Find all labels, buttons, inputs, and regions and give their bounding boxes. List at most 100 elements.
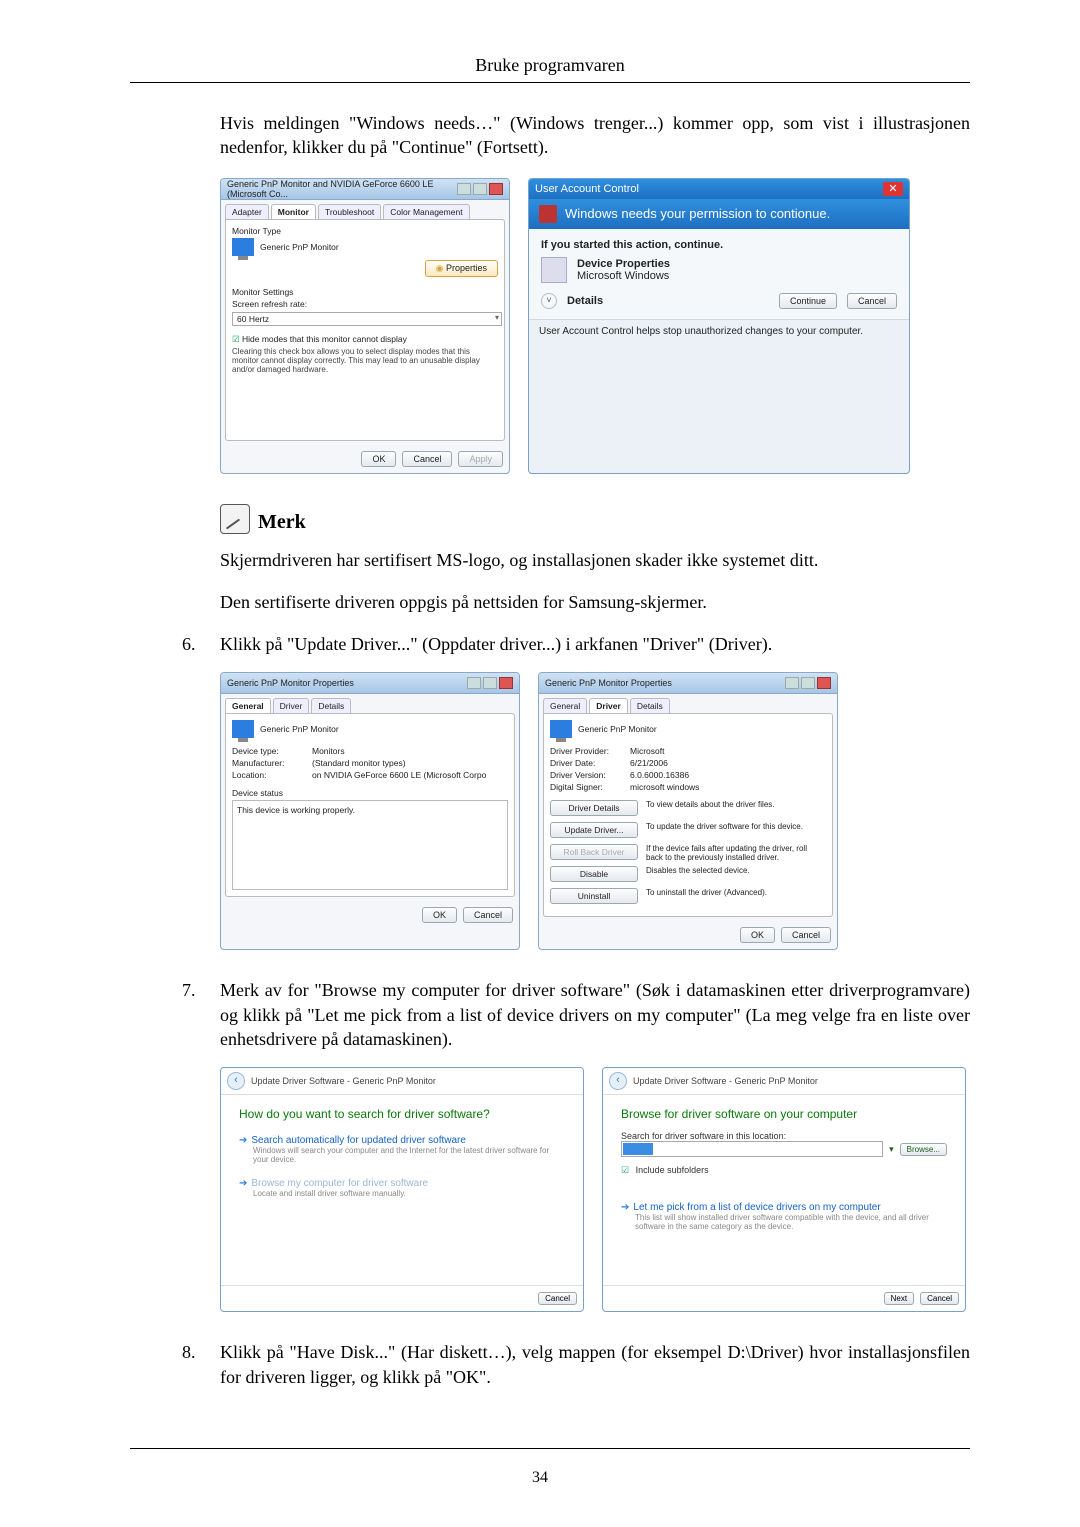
monitor-icon <box>232 720 254 738</box>
continue-button[interactable]: Continue <box>779 293 837 309</box>
dialog-titlebar: Generic PnP Monitor Properties <box>539 673 837 694</box>
header-rule <box>130 82 970 83</box>
intro-paragraph: Hvis meldingen "Windows needs…" (Windows… <box>220 111 970 160</box>
search-label: Search for driver software in this locat… <box>621 1131 947 1141</box>
window-buttons[interactable] <box>457 183 503 195</box>
step-8: 8. Klikk på "Have Disk..." (Har diskett…… <box>182 1340 970 1389</box>
app-icon <box>541 257 567 283</box>
browse-button[interactable]: Browse... <box>900 1143 947 1156</box>
option-browse-computer[interactable]: Browse my computer for driver software L… <box>239 1178 565 1198</box>
roll-back-driver-button[interactable]: Roll Back Driver <box>550 844 638 860</box>
note-heading: Merk <box>220 504 970 534</box>
details-label[interactable]: Details <box>567 295 769 307</box>
back-icon[interactable]: ‹ <box>227 1072 245 1090</box>
wizard-heading: How do you want to search for driver sof… <box>239 1107 565 1121</box>
tab-pane: Monitor Type Generic PnP Monitor ◉ Prope… <box>225 219 505 441</box>
page-number: 34 <box>0 1469 1080 1487</box>
monitor-properties-dialog: Generic PnP Monitor and NVIDIA GeForce 6… <box>220 178 510 474</box>
uac-titlebar: User Account Control ✕ <box>529 179 909 199</box>
tab-general[interactable]: General <box>225 698 271 713</box>
monitor-icon <box>550 720 572 738</box>
cancel-button[interactable]: Cancel <box>463 907 513 923</box>
update-driver-wizard-2: ‹ Update Driver Software - Generic PnP M… <box>602 1067 966 1312</box>
pnp-props-driver-dialog: Generic PnP Monitor Properties General D… <box>538 672 838 950</box>
ok-button[interactable]: OK <box>422 907 457 923</box>
driver-details-button[interactable]: Driver Details <box>550 800 638 816</box>
window-buttons[interactable] <box>785 677 831 689</box>
include-subfolders-checkbox[interactable]: Include subfolders <box>621 1165 947 1176</box>
figure-2: Generic PnP Monitor Properties General D… <box>220 672 970 950</box>
update-driver-wizard-1: ‹ Update Driver Software - Generic PnP M… <box>220 1067 584 1312</box>
step-6: 6. Klikk på "Update Driver..." (Oppdater… <box>182 632 970 656</box>
figure-1: Generic PnP Monitor and NVIDIA GeForce 6… <box>220 178 970 474</box>
note-text-1: Skjermdriveren har sertifisert MS-logo, … <box>220 548 970 572</box>
chevron-down-icon[interactable]: ˅ <box>541 293 557 309</box>
footer-rule <box>130 1448 970 1449</box>
properties-button[interactable]: ◉ Properties <box>425 260 498 277</box>
dialog-titlebar: Generic PnP Monitor and NVIDIA GeForce 6… <box>221 179 509 200</box>
back-icon[interactable]: ‹ <box>609 1072 627 1090</box>
update-driver-button[interactable]: Update Driver... <box>550 822 638 838</box>
hide-modes-checkbox[interactable]: ☑ Hide modes that this monitor cannot di… <box>232 334 498 345</box>
cancel-button[interactable]: Cancel <box>920 1292 959 1305</box>
tab-driver[interactable]: Driver <box>589 698 628 713</box>
option-search-auto[interactable]: Search automatically for updated driver … <box>239 1135 565 1164</box>
tab-general[interactable]: General <box>543 698 587 713</box>
page-header: Bruke programvaren <box>130 55 970 82</box>
disable-button[interactable]: Disable <box>550 866 638 882</box>
apply-button[interactable]: Apply <box>458 451 503 467</box>
device-status-box: This device is working properly. <box>232 800 508 890</box>
device-name: Generic PnP Monitor <box>260 724 339 734</box>
uac-title: User Account Control <box>535 183 639 195</box>
monitor-type-label: Monitor Type <box>232 226 498 236</box>
step-text: Merk av for "Browse my computer for driv… <box>220 978 970 1051</box>
step-number: 8. <box>182 1340 220 1364</box>
uac-publisher: Microsoft Windows <box>577 270 670 282</box>
dialog-title: Generic PnP Monitor Properties <box>227 678 354 688</box>
step-7: 7. Merk av for "Browse my computer for d… <box>182 978 970 1051</box>
figure-3: ‹ Update Driver Software - Generic PnP M… <box>220 1067 970 1312</box>
uac-app-name: Device Properties <box>577 258 670 270</box>
step-number: 7. <box>182 978 220 1002</box>
path-input[interactable] <box>621 1141 883 1157</box>
uac-dialog: User Account Control ✕ Windows needs you… <box>528 178 910 474</box>
tab-details[interactable]: Details <box>630 698 670 713</box>
dialog-title: Generic PnP Monitor and NVIDIA GeForce 6… <box>227 179 457 199</box>
close-icon[interactable]: ✕ <box>883 182 903 196</box>
next-button[interactable]: Next <box>884 1292 914 1305</box>
tab-color-management[interactable]: Color Management <box>383 204 469 219</box>
cancel-button[interactable]: Cancel <box>781 927 831 943</box>
hide-modes-help: Clearing this check box allows you to se… <box>232 347 498 374</box>
monitor-settings-label: Monitor Settings <box>232 287 498 297</box>
option-pick-from-list[interactable]: Let me pick from a list of device driver… <box>621 1202 947 1231</box>
uninstall-button[interactable]: Uninstall <box>550 888 638 904</box>
shield-icon <box>539 205 557 223</box>
cancel-button[interactable]: Cancel <box>402 451 452 467</box>
pnp-props-general-dialog: Generic PnP Monitor Properties General D… <box>220 672 520 950</box>
monitor-type-value: Generic PnP Monitor <box>260 242 339 252</box>
device-name: Generic PnP Monitor <box>578 724 657 734</box>
wizard-heading: Browse for driver software on your compu… <box>621 1107 947 1121</box>
tab-adapter[interactable]: Adapter <box>225 204 269 219</box>
wizard-title: Update Driver Software - Generic PnP Mon… <box>251 1076 436 1086</box>
refresh-rate-select[interactable]: 60 Hertz <box>232 312 502 326</box>
tab-monitor[interactable]: Monitor <box>271 204 316 219</box>
tab-driver[interactable]: Driver <box>273 698 310 713</box>
uac-app-info: Device Properties Microsoft Windows <box>541 257 897 283</box>
ok-button[interactable]: OK <box>740 927 775 943</box>
step-number: 6. <box>182 632 220 656</box>
cancel-button[interactable]: Cancel <box>538 1292 577 1305</box>
note-icon <box>220 504 250 534</box>
uac-started: If you started this action, continue. <box>541 239 897 251</box>
step-text: Klikk på "Update Driver..." (Oppdater dr… <box>220 632 970 656</box>
dialog-title: Generic PnP Monitor Properties <box>545 678 672 688</box>
tabs: Adapter Monitor Troubleshoot Color Manag… <box>221 200 509 219</box>
tab-details[interactable]: Details <box>311 698 351 713</box>
window-buttons[interactable] <box>467 677 513 689</box>
tab-troubleshoot[interactable]: Troubleshoot <box>318 204 381 219</box>
note-text-2: Den sertifiserte driveren oppgis på nett… <box>220 590 970 614</box>
step-text: Klikk på "Have Disk..." (Har diskett…), … <box>220 1340 970 1389</box>
ok-button[interactable]: OK <box>361 451 396 467</box>
cancel-button[interactable]: Cancel <box>847 293 897 309</box>
dialog-titlebar: Generic PnP Monitor Properties <box>221 673 519 694</box>
